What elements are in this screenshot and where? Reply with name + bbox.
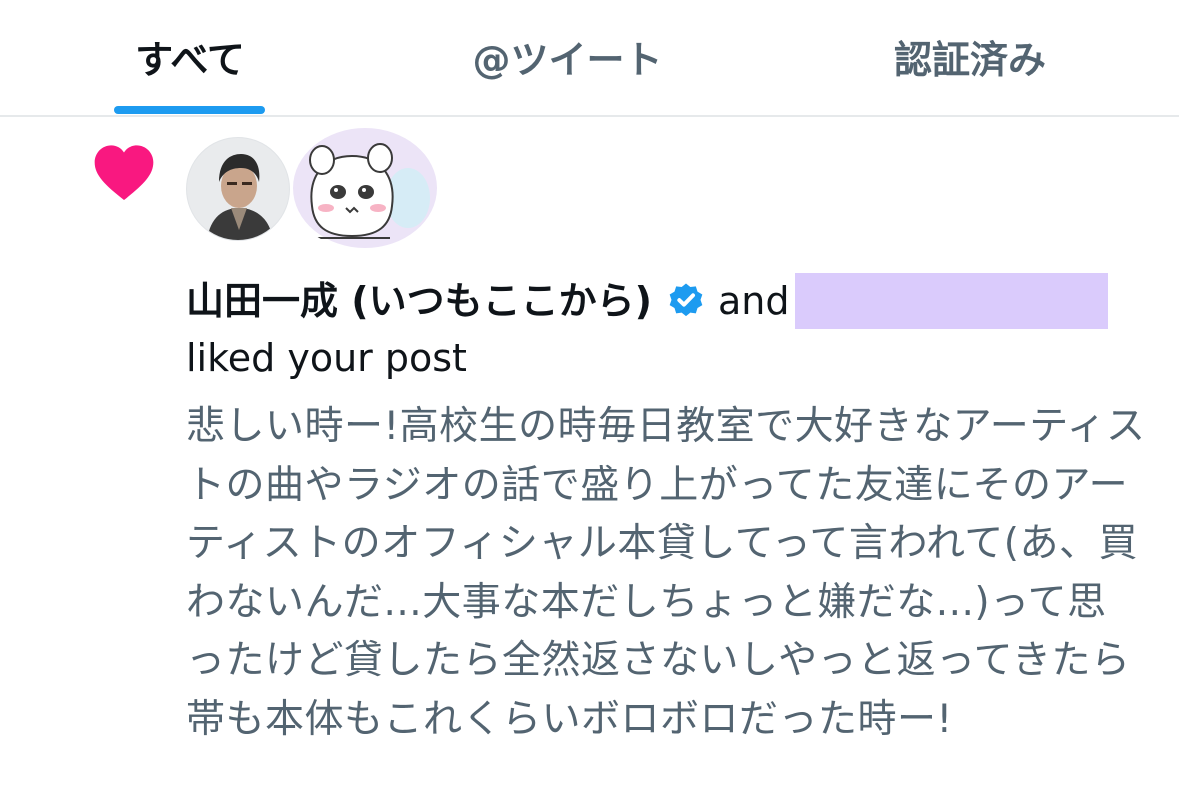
tab-all[interactable]: すべて	[100, 0, 280, 113]
notification-tabs: すべて @ツイート 認証済み	[0, 0, 1179, 117]
active-tab-indicator	[114, 106, 265, 114]
post-preview[interactable]: 悲しい時ー!高校生の時毎日教室で大好きなアーティストの曲やラジオの話で盛り上がっ…	[186, 398, 1146, 749]
tab-mentions[interactable]: @ツイート	[440, 0, 695, 113]
redacted-user-name	[795, 273, 1109, 329]
verified-badge-icon	[669, 283, 703, 317]
connector-text: and	[717, 279, 790, 323]
tab-verified[interactable]: 認証済み	[865, 0, 1075, 113]
hamster-character-icon	[293, 128, 437, 248]
action-text: liked your post	[186, 336, 467, 380]
liker-names: 山田一成 (いつもここから) and	[186, 272, 1166, 330]
avatar-user-2[interactable]	[290, 126, 440, 251]
user-name[interactable]: 山田一成 (いつもここから)	[186, 272, 652, 330]
person-photo-icon	[187, 138, 289, 240]
heart-icon	[94, 145, 154, 200]
avatar-user-1[interactable]	[186, 137, 290, 241]
